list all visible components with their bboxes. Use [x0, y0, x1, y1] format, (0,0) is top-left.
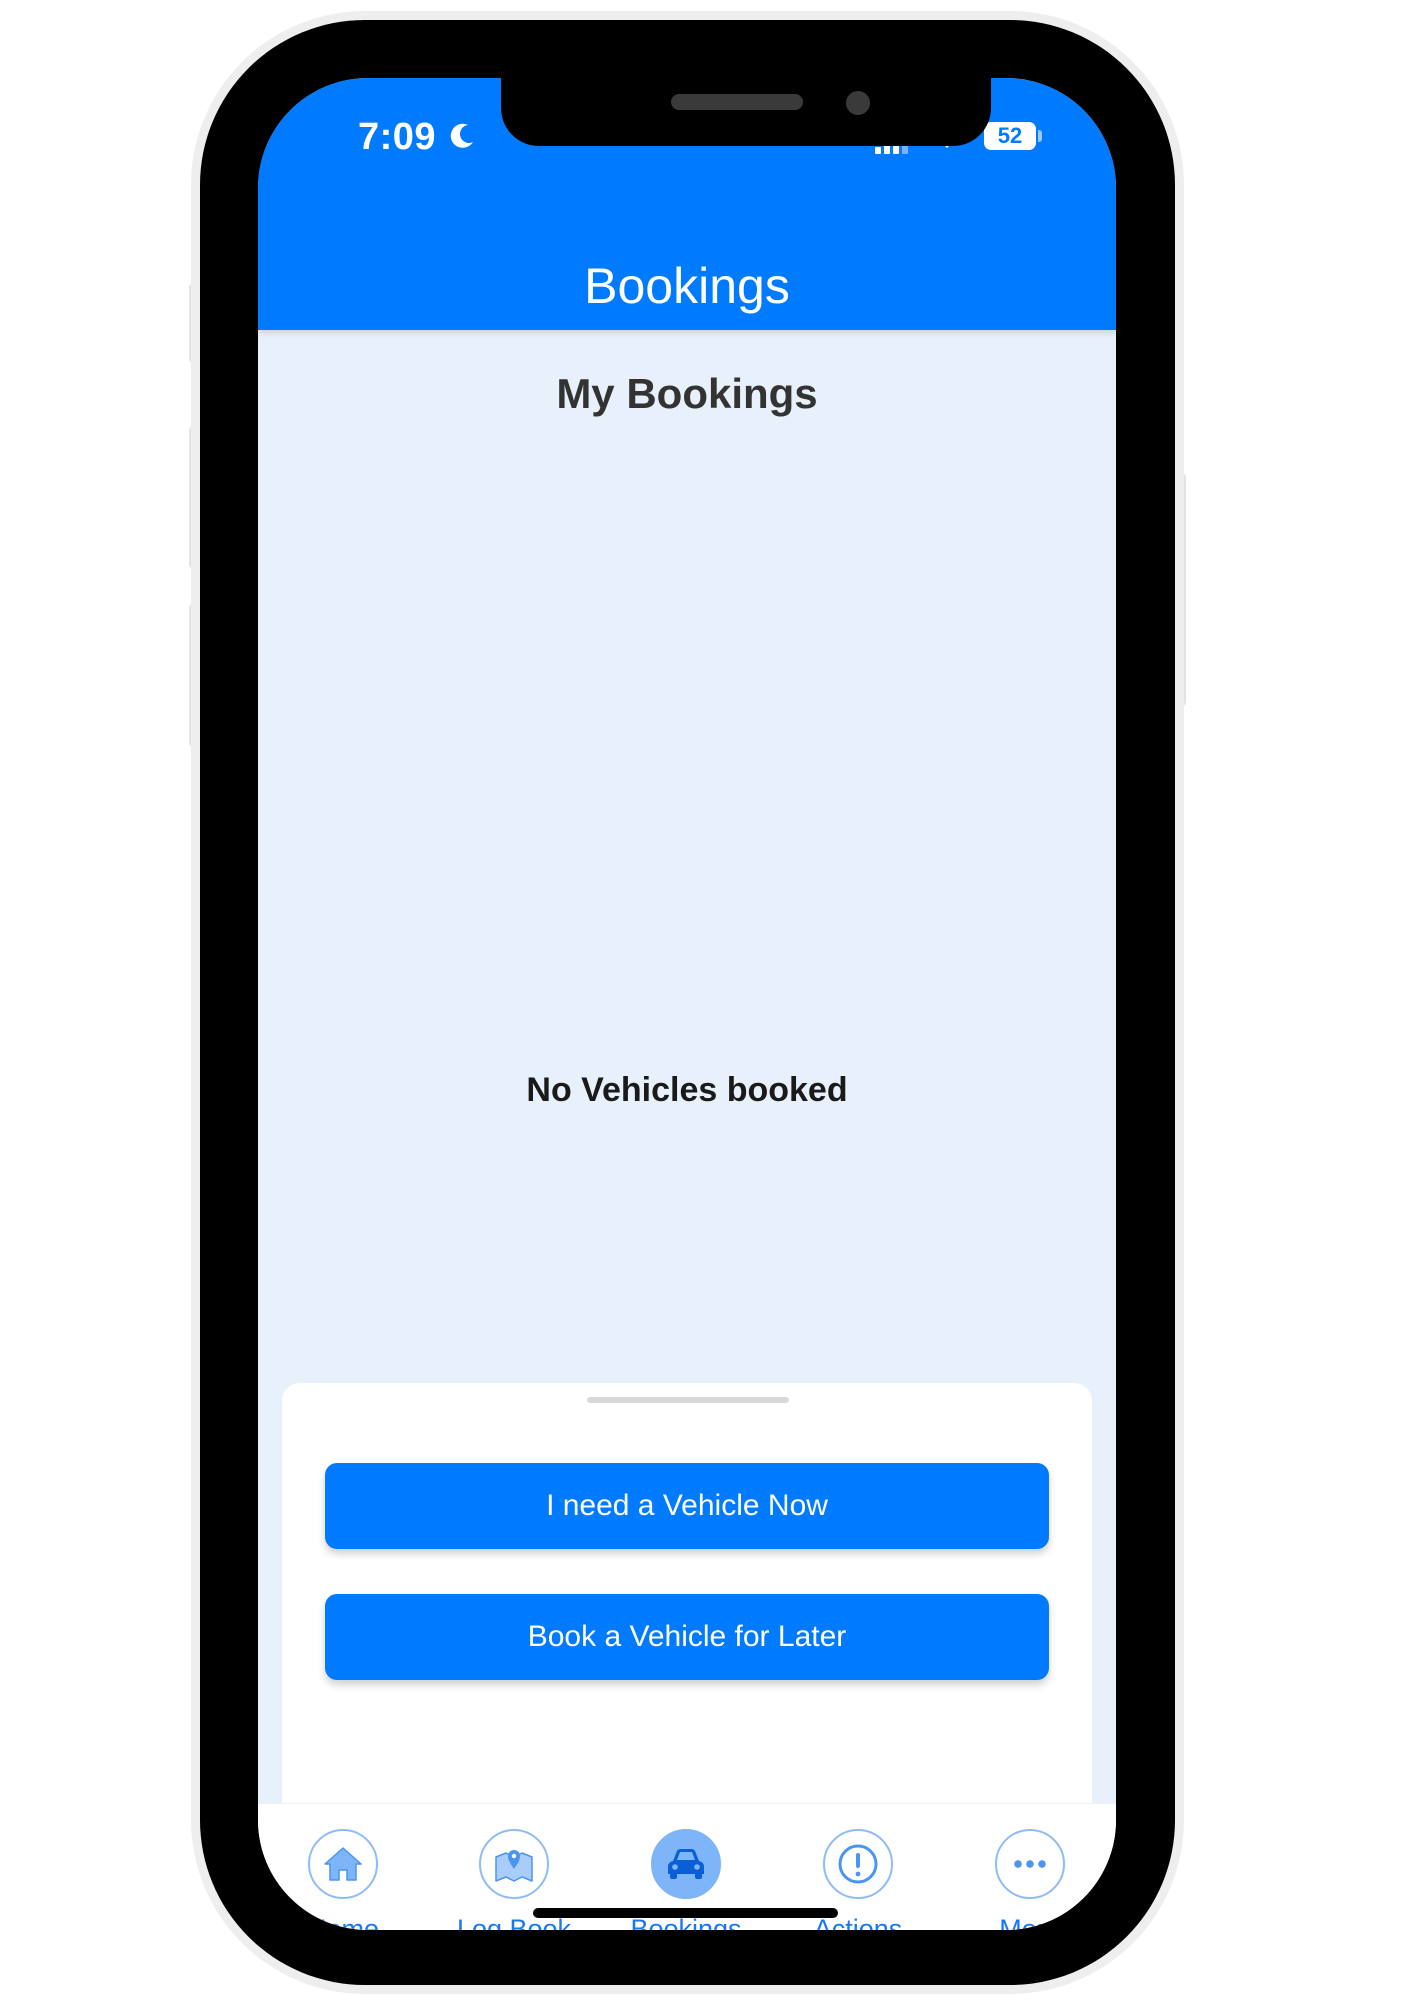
empty-state-message: No Vehicles booked: [526, 1071, 848, 1109]
page-header-title: Bookings: [584, 258, 790, 314]
tab-label: More: [999, 1914, 1061, 1930]
camera: [846, 91, 870, 115]
speaker: [671, 94, 803, 110]
need-vehicle-now-button[interactable]: I need a Vehicle Now: [325, 1463, 1049, 1549]
tab-home[interactable]: Home: [263, 1829, 423, 1930]
alert-circle-icon: [823, 1829, 893, 1899]
bottom-sheet: I need a Vehicle Now Book a Vehicle for …: [282, 1383, 1092, 1803]
ellipsis-icon: [995, 1829, 1065, 1899]
home-icon: [308, 1829, 378, 1899]
notch: [501, 78, 991, 146]
sheet-drag-handle[interactable]: [587, 1397, 789, 1403]
app-screen: 7:09 52 Bookings My Bookings No Vehicles…: [258, 78, 1116, 1930]
status-time: 7:09: [358, 116, 437, 158]
car-icon: [651, 1829, 721, 1899]
power-button: [1174, 472, 1186, 707]
phone-frame: 7:09 52 Bookings My Bookings No Vehicles…: [200, 20, 1175, 1985]
page-title: My Bookings: [556, 370, 818, 417]
tab-label: Home: [306, 1914, 380, 1930]
map-pin-icon: [479, 1829, 549, 1899]
home-indicator[interactable]: [533, 1908, 838, 1918]
battery-tip: [1038, 130, 1042, 142]
moon-icon: [450, 123, 473, 148]
battery-indicator: 52: [984, 122, 1036, 150]
book-vehicle-later-button[interactable]: Book a Vehicle for Later: [325, 1594, 1049, 1680]
tab-more[interactable]: More: [950, 1829, 1110, 1930]
